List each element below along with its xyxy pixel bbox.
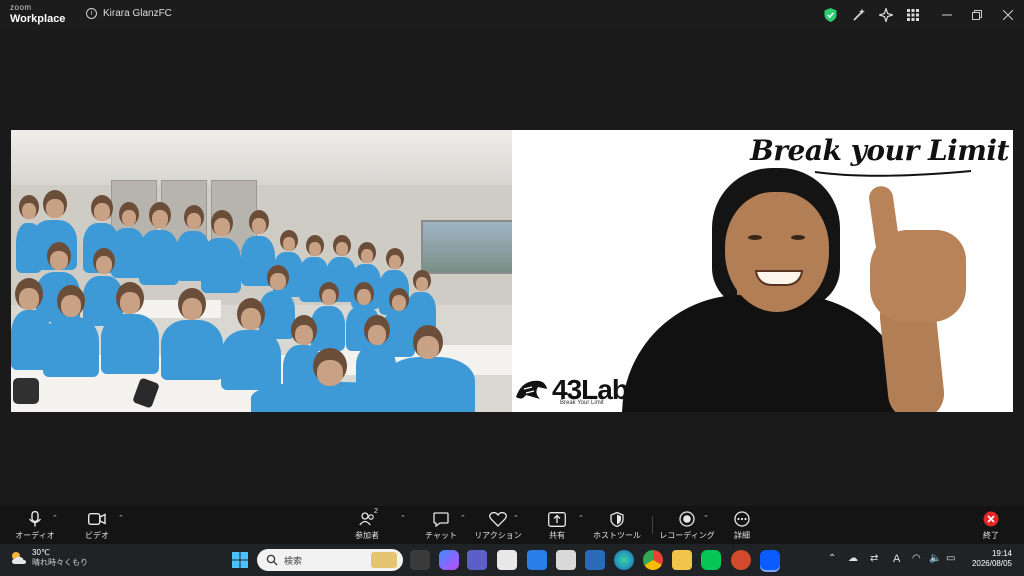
chevron-up-icon[interactable]: ⌃ bbox=[578, 514, 584, 522]
meeting-info[interactable]: i Kirara GlanzFC bbox=[86, 8, 172, 19]
window bbox=[421, 220, 512, 274]
meeting-name: Kirara GlanzFC bbox=[103, 8, 172, 19]
more-dots-icon[interactable] bbox=[734, 510, 750, 528]
app-icon[interactable] bbox=[556, 550, 576, 570]
camera-icon[interactable] bbox=[88, 510, 106, 528]
app-icon[interactable] bbox=[585, 550, 605, 570]
chat-label: チャット bbox=[425, 531, 457, 540]
chevron-up-icon[interactable]: ⌃ bbox=[52, 514, 58, 522]
video-stage: Break your Limit 43Lab Break Your Limit bbox=[0, 30, 1024, 506]
zoom-icon[interactable] bbox=[760, 550, 780, 570]
info-icon[interactable]: i bbox=[86, 8, 97, 19]
search-icon bbox=[266, 554, 278, 566]
end-label: 終了 bbox=[983, 531, 999, 540]
bag bbox=[13, 378, 39, 404]
slogan-swoosh bbox=[814, 170, 972, 177]
minimize-icon[interactable] bbox=[938, 6, 956, 24]
end-x-icon[interactable] bbox=[983, 510, 999, 528]
participants-count: 2 bbox=[374, 508, 378, 515]
restore-icon[interactable] bbox=[968, 6, 986, 24]
more-button[interactable]: 詳細 bbox=[712, 510, 772, 541]
zoom-workplace-logo: zoom Workplace bbox=[10, 4, 65, 25]
thumbs-up bbox=[867, 184, 901, 254]
reactions-button[interactable]: リアクション bbox=[468, 510, 528, 541]
presenter-eye bbox=[791, 235, 805, 240]
partly-cloudy-icon bbox=[12, 552, 26, 564]
background-slogan: Break your Limit bbox=[750, 134, 1009, 167]
heart-icon[interactable] bbox=[489, 510, 507, 528]
clock[interactable]: 19:14 2026/08/05 bbox=[972, 549, 1012, 568]
participants-button[interactable]: 2 参加者 bbox=[337, 508, 397, 541]
participant-video-classroom[interactable] bbox=[11, 130, 512, 412]
ai-sparkle-icon[interactable] bbox=[878, 7, 894, 23]
participants-label: 参加者 bbox=[355, 531, 379, 540]
toolbar-divider bbox=[652, 516, 653, 534]
wifi-icon[interactable]: ◠ bbox=[912, 553, 921, 564]
vpn-icon[interactable]: ⇄ bbox=[870, 553, 878, 564]
teams-icon[interactable] bbox=[467, 550, 487, 570]
chevron-up-icon[interactable]: ⌃ bbox=[703, 514, 709, 522]
more-label: 詳細 bbox=[734, 531, 750, 540]
weather-text: 晴れ時々くもり bbox=[32, 558, 88, 567]
taskbar-search[interactable]: 検索 bbox=[257, 549, 403, 571]
chevron-up-icon[interactable]: ⌃ bbox=[118, 514, 124, 522]
chevron-up-icon[interactable]: ⌃ bbox=[460, 514, 466, 522]
weather-widget[interactable]: 30℃ 晴れ時々くもり bbox=[10, 548, 88, 568]
file-explorer-icon[interactable] bbox=[672, 550, 692, 570]
share-screen-icon[interactable] bbox=[548, 510, 566, 528]
video-label: ビデオ bbox=[85, 531, 109, 540]
tiger-logo-icon bbox=[516, 380, 547, 399]
microphone-icon[interactable] bbox=[28, 510, 42, 528]
host-tools-label: ホストツール bbox=[593, 531, 641, 540]
battery-icon[interactable]: ▭ bbox=[946, 553, 955, 564]
chevron-up-icon[interactable]: ⌃ bbox=[400, 514, 406, 522]
participants-icon[interactable]: 2 bbox=[359, 508, 378, 528]
volume-icon[interactable]: 🔈 bbox=[929, 553, 941, 564]
windows-start-icon[interactable] bbox=[230, 550, 250, 570]
cloud-icon[interactable]: ☁ bbox=[848, 553, 858, 564]
share-label: 共有 bbox=[549, 531, 565, 540]
presenter-eye bbox=[748, 235, 762, 240]
magic-wand-icon[interactable] bbox=[851, 7, 867, 23]
recording-label: レコーディング bbox=[659, 531, 715, 540]
search-placeholder: 検索 bbox=[284, 555, 303, 566]
presenter-face bbox=[725, 192, 829, 312]
shield-check-icon[interactable] bbox=[822, 7, 838, 23]
ime-indicator[interactable]: A bbox=[893, 553, 900, 565]
search-highlight-icon bbox=[371, 552, 397, 568]
host-shield-icon[interactable] bbox=[610, 510, 624, 528]
store-icon[interactable] bbox=[497, 550, 517, 570]
chevron-up-icon[interactable]: ⌃ bbox=[828, 553, 836, 564]
line-icon[interactable] bbox=[701, 550, 721, 570]
close-icon[interactable] bbox=[999, 6, 1017, 24]
logo-subtitle: Break Your Limit bbox=[560, 400, 604, 406]
ceiling bbox=[11, 130, 512, 190]
end-meeting-button[interactable]: 終了 bbox=[961, 510, 1021, 541]
brand-bottom-text: Workplace bbox=[10, 13, 66, 25]
task-view-icon[interactable] bbox=[410, 550, 430, 570]
mail-icon[interactable] bbox=[527, 550, 547, 570]
brand-top-text: zoom bbox=[10, 3, 32, 12]
participant-video-presenter[interactable]: Break your Limit 43Lab Break Your Limit bbox=[512, 130, 1013, 412]
chrome-icon[interactable] bbox=[643, 550, 663, 570]
chat-icon[interactable] bbox=[433, 510, 449, 528]
reactions-label: リアクション bbox=[474, 531, 522, 540]
audio-label: オーディオ bbox=[15, 531, 55, 540]
clock-time: 19:14 bbox=[991, 549, 1012, 558]
weather-temp: 30℃ bbox=[32, 548, 50, 557]
windows-taskbar: 30℃ 晴れ時々くもり 検索 ⌃ ☁ ⇄ A ◠ 🔈 ▭ 19:14 2026/… bbox=[0, 544, 1024, 576]
presenter-shirt bbox=[622, 295, 912, 412]
clock-date: 2026/08/05 bbox=[971, 558, 1012, 568]
chevron-up-icon[interactable]: ⌃ bbox=[513, 514, 519, 522]
host-tools-button[interactable]: ホストツール bbox=[587, 510, 647, 541]
apps-grid-icon[interactable] bbox=[905, 7, 921, 23]
record-icon[interactable] bbox=[679, 510, 695, 528]
powerpoint-icon[interactable] bbox=[731, 550, 751, 570]
meeting-toolbar: オーディオ ⌃ ビデオ ⌃ 2 参加者 ⌃ チャット ⌃ リアクション ⌃ 共有 bbox=[0, 506, 1024, 544]
edge-icon[interactable] bbox=[614, 550, 634, 570]
copilot-icon[interactable] bbox=[439, 550, 459, 570]
title-bar: zoom Workplace i Kirara GlanzFC bbox=[0, 0, 1024, 30]
